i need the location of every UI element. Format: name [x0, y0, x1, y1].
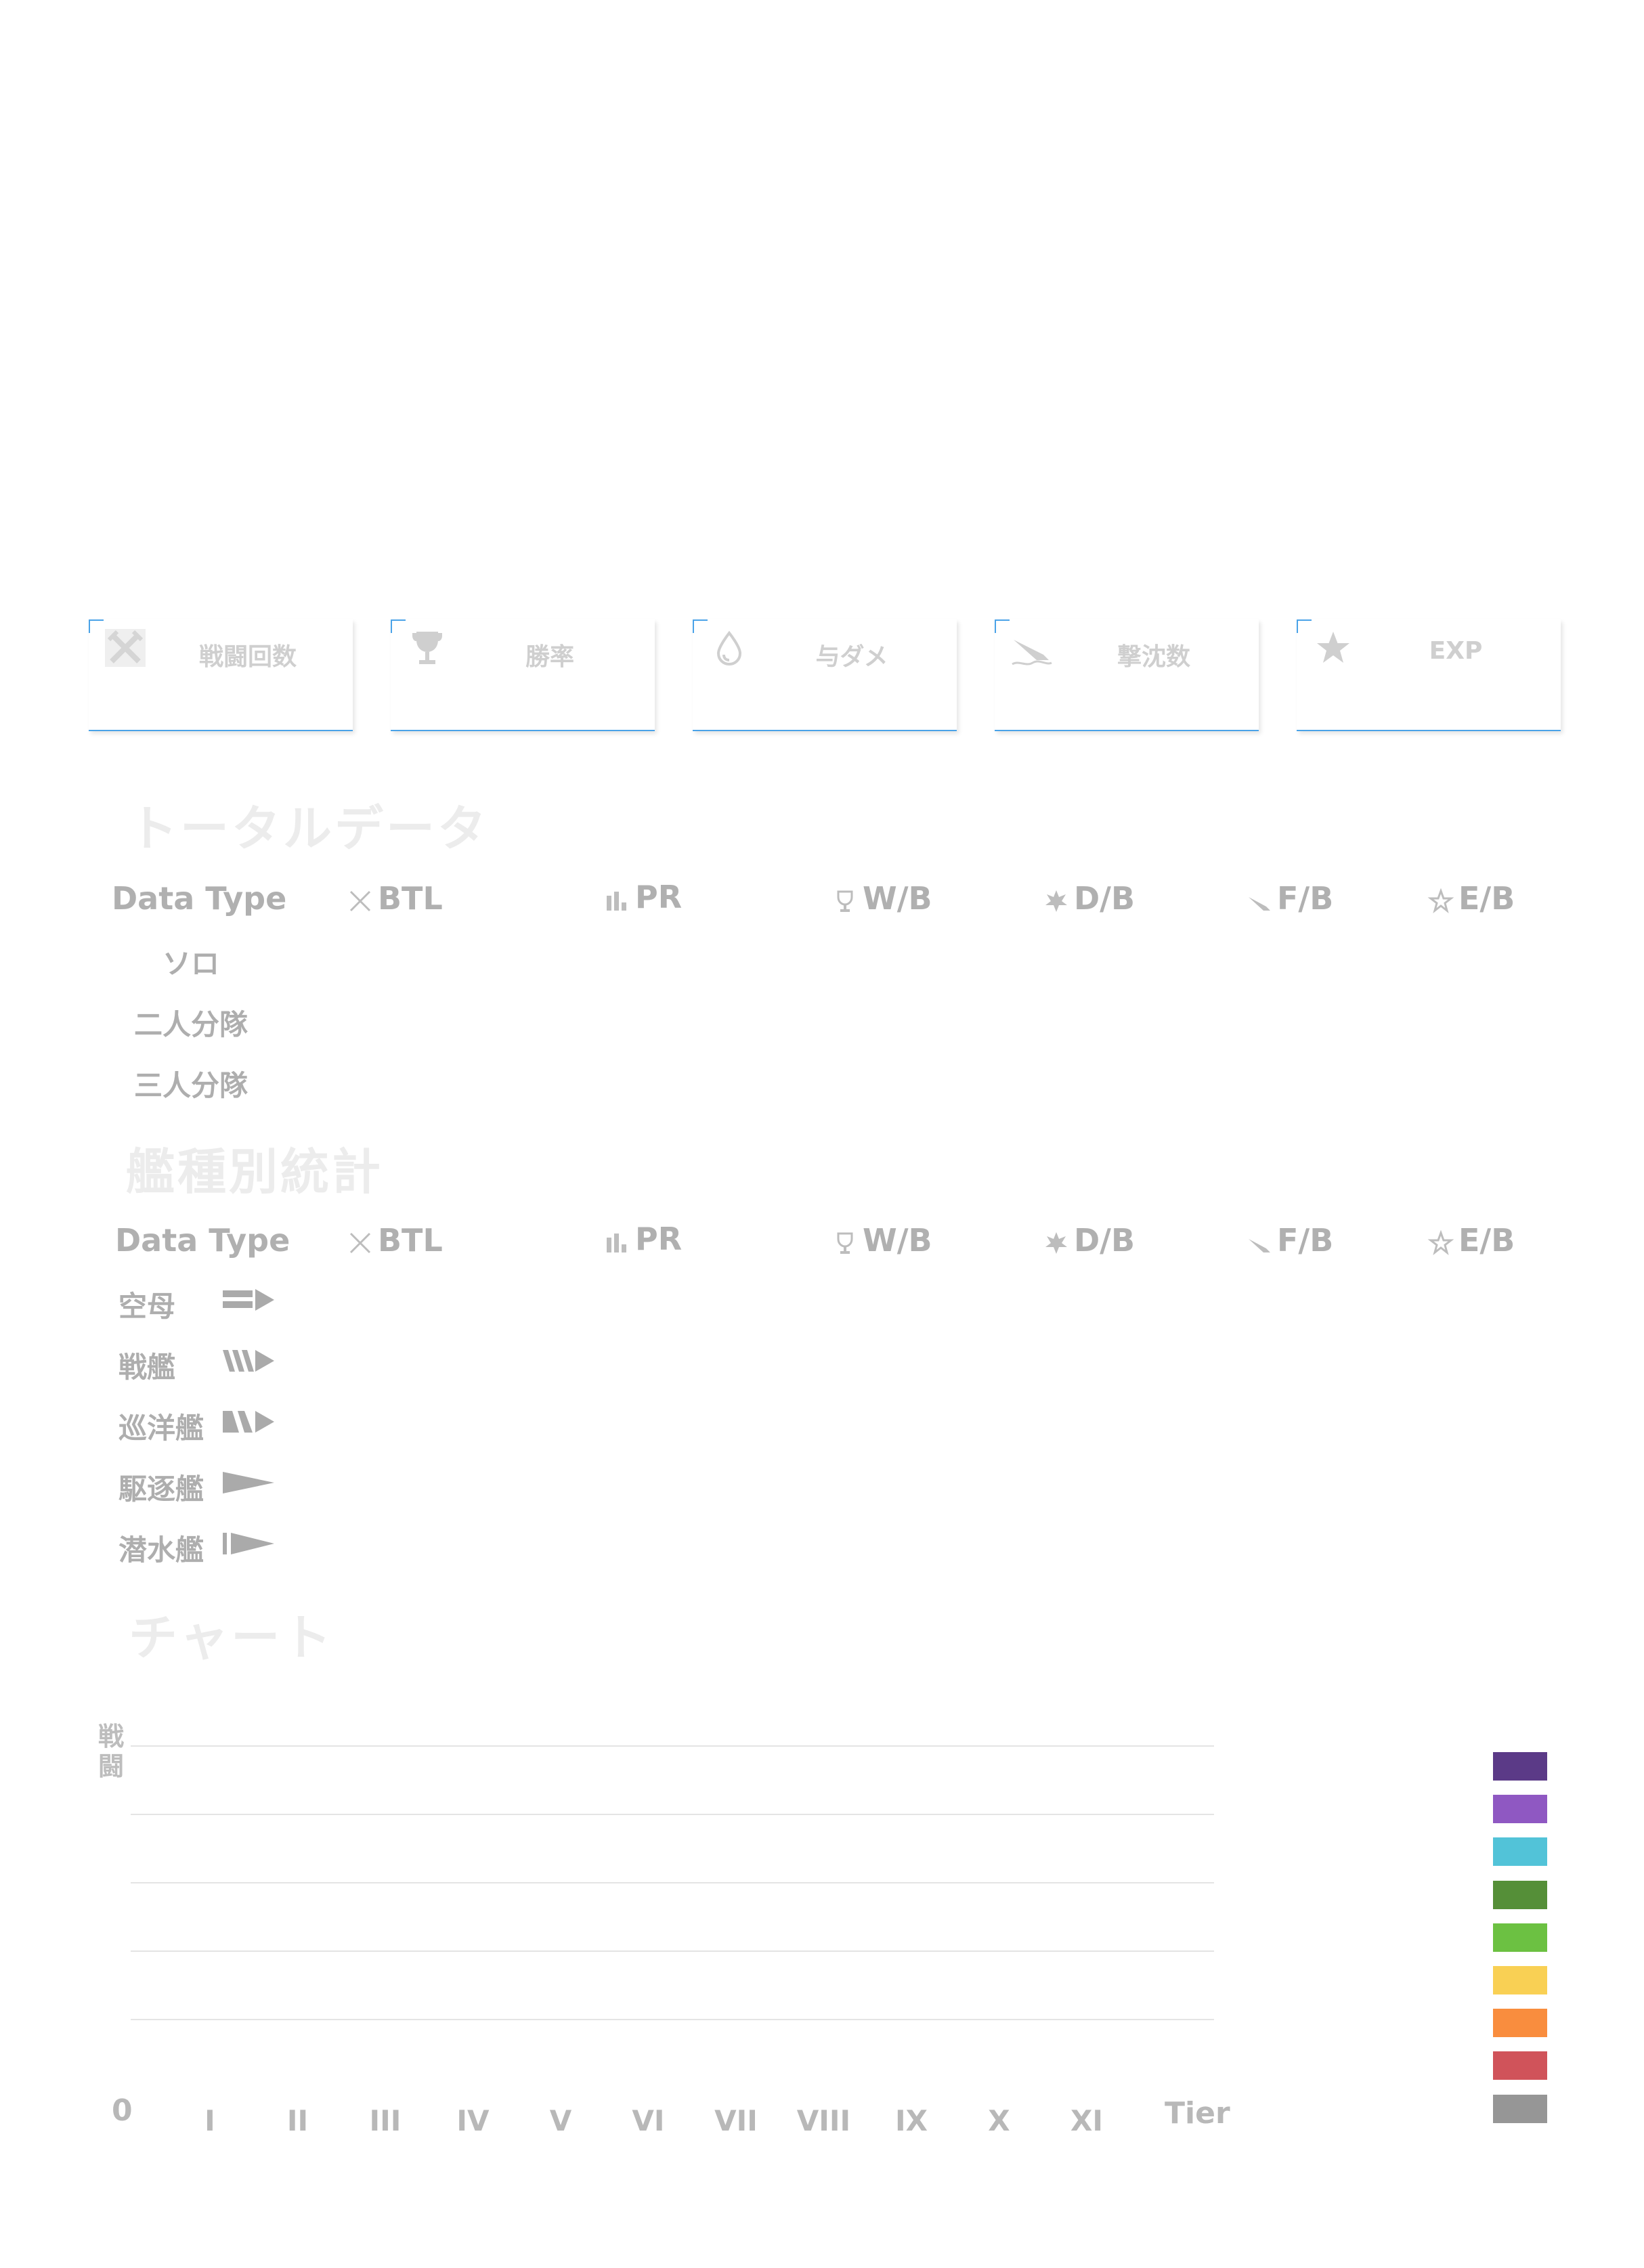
legend-swatch [1493, 2051, 1547, 2080]
header-eb: E/B [1427, 880, 1515, 917]
legend-swatch [1493, 2095, 1547, 2123]
legend-swatch [1493, 1881, 1547, 1909]
stat-card-kills: 撃沈数 [995, 619, 1259, 731]
header-pr: PR [604, 879, 682, 915]
cruiser-icon [223, 1411, 274, 1433]
chart-x-tick: II [286, 2104, 309, 2137]
chart-x-tick: IX [894, 2104, 928, 2137]
legend-swatch [1493, 1752, 1547, 1781]
chart-gridline [131, 2019, 1214, 2020]
row-label-cruiser: 巡洋艦 [118, 1412, 204, 1445]
trophy-icon [412, 632, 442, 664]
submarine-icon [223, 1533, 274, 1554]
header-label: W/B [863, 880, 932, 917]
trophy-icon [837, 890, 853, 912]
header-wb: W/B [831, 1222, 932, 1259]
section-title-total: トータルデータ [129, 800, 490, 857]
legend-swatch [1493, 1837, 1547, 1866]
chart-x-tick: XI [1070, 2104, 1103, 2137]
star-icon [1317, 632, 1349, 663]
stat-card-label: 撃沈数 [1117, 643, 1190, 671]
bar-chart-icon [607, 891, 626, 911]
stat-card-battles: 戦闘回数 [89, 619, 353, 731]
chart-x-tick: I [204, 2104, 215, 2137]
section-title-shiptype: 艦種別統計 [126, 1143, 384, 1200]
header-label: BTL [378, 1222, 443, 1259]
header-label: F/B [1277, 1222, 1334, 1259]
header-db: D/B [1043, 880, 1135, 917]
stat-card-exp: EXP [1297, 619, 1561, 731]
stat-card-label: EXP [1429, 637, 1483, 665]
header-label: W/B [863, 1222, 932, 1259]
chart-x-tick: VII [714, 2104, 758, 2137]
header-label: E/B [1458, 880, 1515, 917]
chart-x-tick: X [988, 2104, 1010, 2137]
star-icon [1427, 888, 1454, 913]
header-btl: BTL [347, 1222, 443, 1259]
row-label-carrier: 空母 [118, 1290, 176, 1323]
chart-y-zero-label: 0 [112, 2093, 133, 2128]
header-label: BTL [378, 880, 443, 917]
destroyer-icon [223, 1472, 274, 1493]
chart-gridline [131, 1814, 1214, 1815]
chart-x-tick: V [549, 2104, 572, 2137]
chart-gridline [131, 1745, 1214, 1747]
sinking-ship-icon [1249, 896, 1270, 911]
header-label: PR [635, 1221, 683, 1257]
legend-swatch [1493, 1966, 1547, 1994]
chart-x-tick: III [369, 2104, 402, 2137]
explosion-icon [1045, 1231, 1067, 1254]
row-label-submarine: 潜水艦 [118, 1533, 204, 1567]
header-wb: W/B [831, 880, 932, 917]
trophy-icon [837, 1232, 853, 1254]
header-fb: F/B [1246, 1222, 1333, 1259]
header-label: PR [635, 879, 683, 915]
chart-x-tick: VIII [796, 2104, 851, 2137]
header-label: E/B [1458, 1222, 1515, 1259]
chart-x-label: Tier [1165, 2096, 1230, 2131]
battleship-icon [223, 1350, 274, 1372]
row-label-trio: 三人分隊 [134, 1069, 248, 1102]
legend-swatch [1493, 1795, 1547, 1823]
crossed-swords-icon [349, 1232, 371, 1253]
header-label: D/B [1074, 1222, 1135, 1259]
stat-card-label: 勝率 [525, 643, 574, 671]
stat-card-damage: 与ダメ [693, 619, 957, 731]
section-title-chart: チャート [129, 1609, 334, 1666]
header-btl: BTL [347, 880, 443, 917]
crossed-swords-icon [349, 890, 371, 911]
legend-swatch [1493, 1923, 1547, 1952]
row-label-solo: ソロ [163, 947, 220, 980]
crossed-swords-icon [105, 629, 146, 667]
header-data-type: Data Type [112, 880, 287, 917]
stat-card-winrate: 勝率 [391, 619, 655, 731]
stat-card-label: 戦闘回数 [198, 643, 297, 671]
chart-gridline [131, 1882, 1214, 1883]
row-label-duo: 二人分隊 [134, 1008, 248, 1041]
header-pr: PR [604, 1221, 682, 1257]
row-label-battleship: 戦艦 [118, 1351, 176, 1384]
header-eb: E/B [1427, 1222, 1515, 1259]
sinking-ship-icon [1012, 640, 1052, 666]
droplet-icon [716, 630, 742, 666]
stat-card-label: 与ダメ [815, 643, 888, 671]
chart-x-tick: IV [456, 2104, 490, 2137]
sinking-ship-icon [1249, 1238, 1270, 1252]
bar-chart-icon [607, 1233, 626, 1252]
legend-swatch [1493, 2009, 1547, 2037]
header-label: D/B [1074, 880, 1135, 917]
chart-y-label: 戦闘 [98, 1722, 125, 1781]
header-data-type: Data Type [115, 1222, 290, 1259]
chart-x-tick: VI [632, 2104, 665, 2137]
row-label-destroyer: 駆逐艦 [118, 1473, 204, 1506]
header-db: D/B [1043, 1222, 1135, 1259]
explosion-icon [1045, 890, 1067, 912]
header-label: F/B [1277, 880, 1334, 917]
chart-gridline [131, 1950, 1214, 1952]
star-icon [1427, 1229, 1454, 1255]
header-fb: F/B [1246, 880, 1333, 917]
carrier-icon [223, 1289, 274, 1311]
